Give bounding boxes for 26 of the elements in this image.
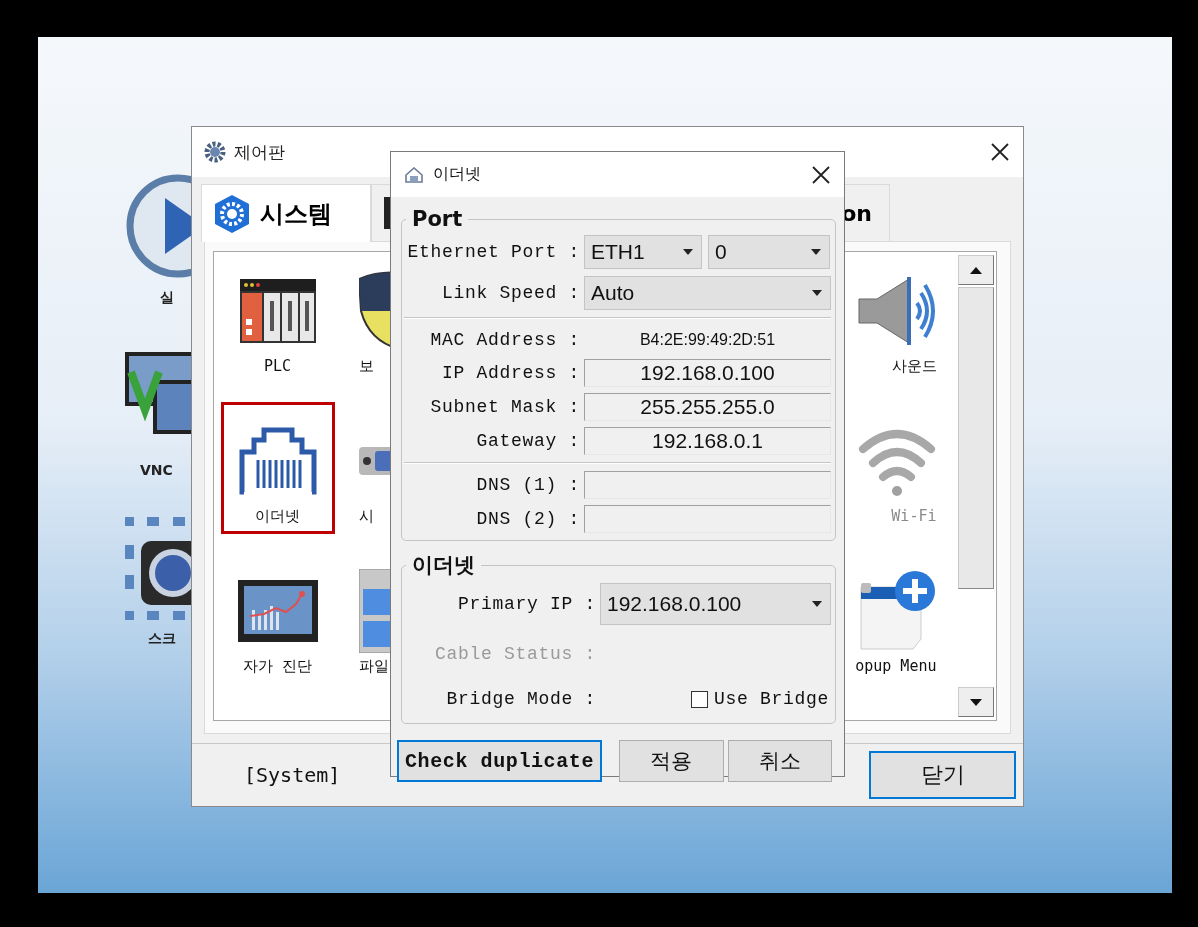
item-label: 파일	[358, 657, 389, 676]
item-label: 자가 진단	[243, 657, 312, 676]
field-label: Link Speed :	[440, 282, 580, 303]
field-label: DNS (1) :	[475, 475, 580, 495]
field-label: Primary IP :	[456, 594, 596, 614]
field-label: Cable Status :	[433, 644, 596, 664]
item-label: PLC	[263, 357, 292, 375]
field-label: Gateway :	[475, 431, 580, 451]
item-label: 보	[358, 357, 374, 376]
item-label: 사운드	[891, 357, 937, 376]
field-label: Bridge Mode :	[445, 689, 596, 709]
item-label: opup Menu	[855, 657, 937, 675]
window-title: 제어판	[234, 140, 286, 164]
item-label: Wi-Fi	[891, 507, 937, 525]
field-label: IP Address :	[440, 363, 580, 383]
field-label: DNS (2) :	[475, 509, 580, 529]
mac-address-value: B4:2E:99:49:2D:51	[638, 330, 777, 349]
dialog-title: 이더넷	[433, 164, 482, 185]
group-title: Port	[411, 207, 464, 231]
field-label: MAC Address :	[429, 329, 580, 350]
field-label: Ethernet Port :	[406, 241, 580, 262]
field-label: Subnet Mask :	[429, 397, 580, 417]
status-text: [System]	[244, 763, 342, 787]
item-label: 시	[358, 507, 374, 526]
item-label: 이더넷	[255, 507, 300, 526]
group-title: 이더넷	[411, 552, 476, 579]
